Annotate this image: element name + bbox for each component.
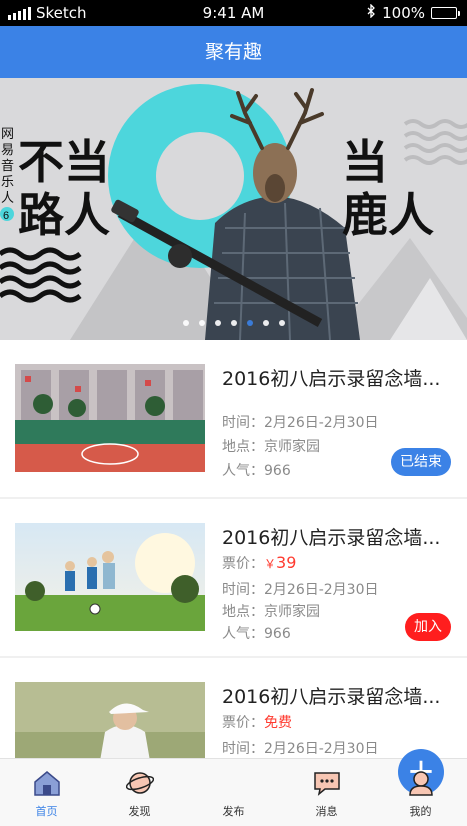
banner-headline-left-1: 不当 [18,136,110,188]
page-title: 聚有趣 [204,41,262,63]
home-icon [33,769,61,797]
ended-button[interactable]: 已结束 [391,448,451,476]
tab-messages[interactable]: 消息 [280,759,373,826]
tab-profile[interactable]: 我的 [374,759,467,826]
banner-vertical-5: 人 [1,190,14,205]
tab-publish[interactable]: + 发布 [187,749,444,826]
event-price: 票价：免费 [222,715,292,731]
tab-label: 消息 [315,805,338,818]
event-card[interactable]: 2016初八启示录留念墙... 票价：免费 时间：2月26日-2月30日 [0,658,467,758]
carousel-dot-active[interactable] [246,320,253,326]
nav-bar: 聚有趣 [0,26,467,78]
carousel-dots[interactable] [0,320,467,326]
event-title[interactable]: 2016初八启示录留念墙... [222,682,454,709]
tab-discover[interactable]: 发现 [93,759,186,826]
status-right: 100% [367,3,460,22]
tab-label: 我的 [409,805,432,818]
event-card[interactable]: 2016初八启示录留念墙... 时间：2月26日-2月30日 地点：京师家园 人… [0,340,467,497]
banner-vertical-4: 乐 [1,174,14,189]
event-thumbnail [15,682,205,758]
status-bar: Sketch 9:41 AM 100% [0,0,467,26]
bluetooth-icon [367,3,376,22]
event-thumbnail [15,523,205,631]
tab-label: 首页 [35,805,58,818]
banner-carousel[interactable]: 不当 路人 当 鹿人 网 易 音 乐 人 6 [0,78,467,340]
tab-bar: 首页 发现 + 发布 消息 我的 [0,749,467,826]
banner-vertical-3: 音 [1,158,14,173]
event-time: 时间：2月26日-2月30日 [222,741,379,757]
banner-headline-left-2: 路人 [18,189,110,241]
banner-badge: 6 [3,210,9,222]
banner-headline-right-2: 鹿人 [342,189,434,241]
banner-vertical-1: 网 [1,126,14,141]
event-popularity: 人气：966 [222,626,291,642]
event-place: 地点：京师家园 [222,439,320,455]
message-icon [313,769,341,797]
event-time: 时间：2月26日-2月30日 [222,582,379,598]
event-place: 地点：京师家园 [222,604,320,620]
event-popularity: 人气：966 [222,463,291,479]
tab-label: 发布 [222,805,245,818]
event-card[interactable]: 2016初八启示录留念墙... 票价：￥39 时间：2月26日-2月30日 地点… [0,499,467,656]
event-title[interactable]: 2016初八启示录留念墙... [222,364,454,391]
event-list[interactable]: 2016初八启示录留念墙... 时间：2月26日-2月30日 地点：京师家园 人… [0,340,467,758]
event-time: 时间：2月26日-2月30日 [222,415,379,431]
tab-label: 发现 [128,805,151,818]
banner-vertical-2: 易 [1,142,14,157]
tab-home[interactable]: 首页 [0,759,93,826]
event-title[interactable]: 2016初八启示录留念墙... [222,523,454,550]
battery-percent: 100% [382,4,425,22]
event-thumbnail [15,364,205,472]
battery-icon [431,7,460,19]
carousel-dot[interactable] [230,320,237,326]
planet-icon [125,769,155,797]
join-button[interactable]: 加入 [405,613,451,641]
event-price: 票价：￥39 [222,553,297,572]
carousel-dot[interactable] [278,320,285,326]
banner-headline-right-1: 当 [342,136,388,188]
banner-artwork: 不当 路人 当 鹿人 网 易 音 乐 人 6 [0,78,467,340]
carousel-dot[interactable] [198,320,205,326]
user-icon [407,769,435,797]
carousel-dot[interactable] [182,320,189,326]
carousel-dot[interactable] [214,320,221,326]
carousel-dot[interactable] [262,320,269,326]
